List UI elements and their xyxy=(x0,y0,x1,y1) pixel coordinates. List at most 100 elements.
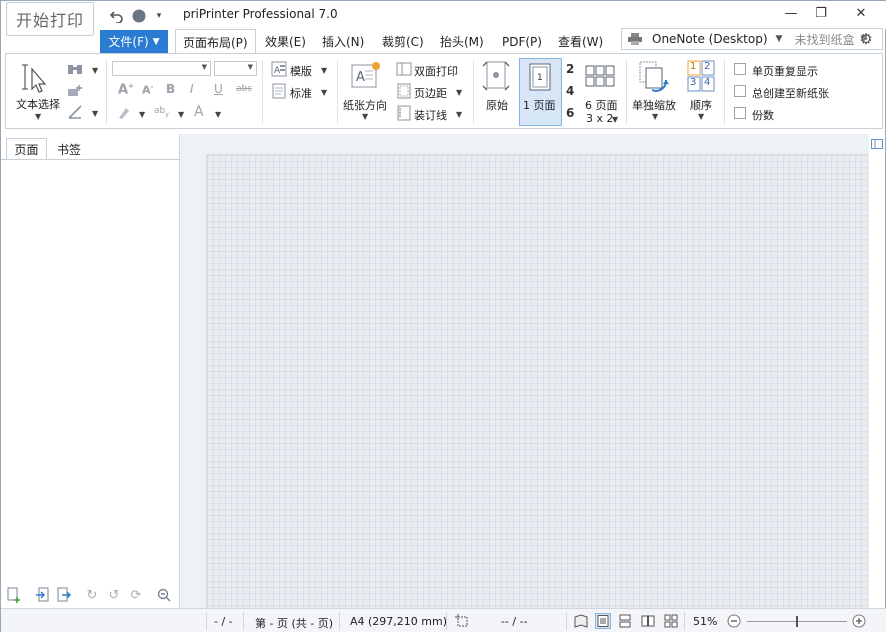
six-pages-grid-icon[interactable] xyxy=(585,64,615,88)
duplex-icon[interactable] xyxy=(396,61,412,77)
find-binoculars-icon[interactable] xyxy=(67,60,83,76)
multi-page-view-icon[interactable] xyxy=(663,613,679,629)
start-print-button[interactable]: 开始打印 xyxy=(6,2,94,36)
tab-pdf[interactable]: PDF(P) xyxy=(495,30,549,53)
binding-icon[interactable] xyxy=(396,105,412,121)
rotate-right-icon[interactable]: ↻ xyxy=(83,586,101,604)
margins-label[interactable]: 页边距 xyxy=(414,85,447,101)
underline-icon[interactable]: U xyxy=(214,82,223,96)
zoom-out-icon[interactable] xyxy=(155,586,173,604)
zoom-level[interactable]: 51% xyxy=(693,615,717,628)
margins-icon[interactable] xyxy=(396,83,412,99)
status-separator xyxy=(206,612,207,630)
text-select-label[interactable]: 文本选择 xyxy=(16,96,60,112)
four-pages-button[interactable]: 4 xyxy=(566,84,574,98)
paper-tray-status[interactable]: 未找到纸盒 xyxy=(794,31,854,48)
gear-icon[interactable]: ⚙ xyxy=(856,29,876,49)
ribbon-separator xyxy=(473,60,474,124)
order-label[interactable]: 顺序 xyxy=(690,97,712,113)
close-button[interactable]: ✕ xyxy=(849,3,873,23)
original-label[interactable]: 原始 xyxy=(486,97,508,113)
always-new-sheet-label[interactable]: 总创建至新纸张 xyxy=(752,85,829,101)
tab-bookmarks[interactable]: 书签 xyxy=(49,138,89,160)
tab-insert[interactable]: 插入(N) xyxy=(315,30,371,53)
paper-orientation-icon[interactable]: A xyxy=(350,60,382,92)
six-pages-button[interactable]: 6 xyxy=(566,106,574,120)
tab-pages[interactable]: 页面 xyxy=(6,138,47,160)
add-page-icon[interactable] xyxy=(5,586,23,604)
highlighter-icon[interactable] xyxy=(116,105,132,121)
sheet-counter: -- / -- xyxy=(501,615,528,628)
always-new-sheet-checkbox[interactable] xyxy=(734,85,746,97)
panel-toggle-icon[interactable] xyxy=(871,138,883,149)
minimize-button[interactable]: — xyxy=(779,3,803,23)
tab-divider xyxy=(1,159,180,160)
font-family-select[interactable]: ▼ xyxy=(112,61,211,76)
rotate-left-icon[interactable]: ↺ xyxy=(105,586,123,604)
shrink-font-icon[interactable]: A- xyxy=(142,83,153,97)
tab-view[interactable]: 查看(W) xyxy=(551,30,610,53)
file-menu-button[interactable]: 文件(F) ▼ xyxy=(100,30,168,53)
two-page-view-icon[interactable] xyxy=(640,613,656,629)
status-separator xyxy=(243,612,244,630)
export-page-icon[interactable] xyxy=(55,586,73,604)
customize-quick-access-icon[interactable]: ▾ xyxy=(153,7,165,25)
template-label[interactable]: 模版 xyxy=(290,63,312,79)
font-size-select[interactable]: ▼ xyxy=(214,61,257,76)
file-menu-label: 文件(F) xyxy=(108,35,149,49)
repeat-single-page-checkbox[interactable] xyxy=(734,63,746,75)
ribbon: 文本选择 ▼ ▼ ▼ ▼ ▼ A+ A- B I U abc ▼ aby ▼ A… xyxy=(5,53,883,129)
italic-icon[interactable]: I xyxy=(190,82,194,96)
standard-page-icon[interactable] xyxy=(271,83,287,99)
chevron-down-icon: ▼ xyxy=(215,110,222,119)
grow-font-icon[interactable]: A+ xyxy=(118,82,134,97)
shape-icon[interactable] xyxy=(130,7,148,25)
text-select-cursor-icon[interactable] xyxy=(21,62,51,94)
measure-icon[interactable] xyxy=(67,104,83,120)
grid-3x2-label[interactable]: 3 x 2 xyxy=(586,112,614,125)
order-num-3: 3 xyxy=(690,77,697,88)
chevron-down-icon: ▼ xyxy=(139,110,146,119)
bold-icon[interactable]: B xyxy=(166,82,175,96)
continuous-view-icon[interactable] xyxy=(617,613,633,629)
order-num-2: 2 xyxy=(704,61,711,72)
paper-size[interactable]: A4 (297,210 mm) xyxy=(350,615,447,628)
status-separator xyxy=(566,612,567,630)
repeat-single-page-label[interactable]: 单页重复显示 xyxy=(752,63,818,79)
zoom-slider-handle[interactable] xyxy=(796,616,798,627)
tab-header[interactable]: 抬头(M) xyxy=(433,30,491,53)
duplex-label[interactable]: 双面打印 xyxy=(414,63,458,79)
undo-icon[interactable] xyxy=(108,7,126,25)
copies-label[interactable]: 份数 xyxy=(752,107,774,123)
strikethrough-icon[interactable]: abc xyxy=(236,84,252,94)
font-color-icon[interactable]: A xyxy=(194,104,204,120)
book-view-icon[interactable] xyxy=(573,613,589,629)
standard-label[interactable]: 标准 xyxy=(290,85,312,101)
original-size-icon[interactable] xyxy=(480,60,512,92)
single-page-view-icon[interactable] xyxy=(595,613,611,629)
printer-select[interactable]: OneNote (Desktop) ▼ 未找到纸盒 ▼ xyxy=(621,28,883,50)
single-scale-icon[interactable] xyxy=(638,60,670,94)
tab-page-layout[interactable]: 页面布局(P) xyxy=(175,29,256,54)
zoom-out-button[interactable] xyxy=(726,613,742,629)
rotate-both-icon[interactable]: ⟳ xyxy=(127,586,145,604)
restore-button[interactable]: ❐ xyxy=(809,3,833,23)
single-scale-label[interactable]: 单独缩放 xyxy=(632,97,676,113)
import-page-icon[interactable] xyxy=(33,586,51,604)
page-navigator[interactable]: - / - xyxy=(214,615,233,628)
six-pages-label[interactable]: 6 页面 xyxy=(585,97,618,113)
add-bookmark-icon[interactable] xyxy=(67,83,83,99)
binding-label[interactable]: 装订线 xyxy=(414,107,447,123)
ribbon-separator xyxy=(337,60,338,124)
paper-orientation-label[interactable]: 纸张方向 xyxy=(343,97,387,113)
template-icon[interactable]: A xyxy=(271,61,287,77)
copies-checkbox[interactable] xyxy=(734,107,746,119)
page-preview-canvas[interactable] xyxy=(206,154,868,608)
tab-crop[interactable]: 裁剪(C) xyxy=(375,30,431,53)
zoom-in-button[interactable] xyxy=(851,613,867,629)
text-effect-icon[interactable]: aby xyxy=(154,106,169,118)
ribbon-separator xyxy=(724,60,725,124)
two-pages-button[interactable]: 2 xyxy=(566,62,574,76)
order-num-4: 4 xyxy=(704,77,711,88)
tab-effects[interactable]: 效果(E) xyxy=(258,30,313,53)
